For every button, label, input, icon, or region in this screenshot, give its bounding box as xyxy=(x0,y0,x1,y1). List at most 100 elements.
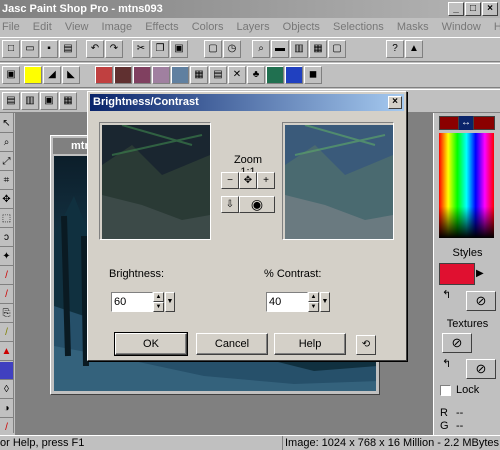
effect-1-icon[interactable] xyxy=(95,66,113,84)
contrast-down-icon[interactable]: ▼ xyxy=(308,302,319,312)
effect-6-icon[interactable]: ▦ xyxy=(190,66,208,84)
crop-tool-icon[interactable]: ⌗ xyxy=(0,172,13,190)
open-icon[interactable]: ▭ xyxy=(21,40,39,58)
menu-image[interactable]: Image xyxy=(100,18,135,37)
contrast-slider-icon[interactable]: ▼ xyxy=(320,292,330,312)
gradient-icon[interactable]: ◢ xyxy=(43,66,61,84)
tool-options-icon[interactable]: ▣ xyxy=(2,66,20,84)
menu-view[interactable]: View xyxy=(63,18,91,37)
color-spectrum[interactable] xyxy=(439,133,494,238)
zoom-tool-icon[interactable]: ⌕ xyxy=(0,134,13,152)
help-button[interactable]: Help xyxy=(274,333,346,355)
paintbrush-tool-icon[interactable]: / xyxy=(0,286,13,304)
layer-2-icon[interactable]: ▥ xyxy=(21,92,39,110)
menu-help[interactable]: Help xyxy=(492,18,500,37)
zoom-icon[interactable]: ⌕ xyxy=(252,40,270,58)
redo-icon[interactable]: ↷ xyxy=(105,40,123,58)
grid-icon[interactable]: ▦ xyxy=(309,40,327,58)
foreground-color-swatch[interactable] xyxy=(439,116,459,130)
layer-1-icon[interactable]: ▤ xyxy=(2,92,20,110)
menu-colors[interactable]: Colors xyxy=(190,18,226,37)
lock-checkbox[interactable] xyxy=(440,385,451,396)
null-style-icon[interactable]: ⊘ xyxy=(466,291,496,311)
effect-8-icon[interactable]: ✕ xyxy=(228,66,246,84)
minimize-button[interactable]: _ xyxy=(448,2,464,16)
brightness-slider-icon[interactable]: ▼ xyxy=(165,292,175,312)
style-swatch[interactable] xyxy=(439,263,475,285)
maximize-button[interactable]: □ xyxy=(465,2,481,16)
brightness-down-icon[interactable]: ▼ xyxy=(153,302,164,312)
effect-10-icon[interactable] xyxy=(266,66,284,84)
brightness-up-icon[interactable]: ▲ xyxy=(153,292,164,302)
layer-4-icon[interactable]: ▦ xyxy=(59,92,77,110)
effect-2-icon[interactable] xyxy=(114,66,132,84)
effect-3-icon[interactable] xyxy=(133,66,151,84)
dialog-close-icon[interactable]: × xyxy=(388,96,402,109)
eraser-tool-icon[interactable]: ◊ xyxy=(0,381,13,399)
cut-icon[interactable]: ✂ xyxy=(132,40,150,58)
undo-icon[interactable]: ↶ xyxy=(86,40,104,58)
close-button[interactable]: × xyxy=(482,2,498,16)
cancel-button[interactable]: Cancel xyxy=(196,333,268,355)
shade-icon[interactable]: ◣ xyxy=(62,66,80,84)
texture-fg-icon[interactable]: ⊘ xyxy=(442,333,472,353)
window-icon[interactable]: ▢ xyxy=(328,40,346,58)
proof-icon[interactable]: ⇩ xyxy=(221,196,239,213)
app-title-bar[interactable]: Jasc Paint Shop Pro - mtns093 _ □ × xyxy=(0,0,500,18)
freehand-tool-icon[interactable]: ↄ xyxy=(0,229,13,247)
paste-icon[interactable]: ▣ xyxy=(170,40,188,58)
style-flyout-icon[interactable]: ▶ xyxy=(476,265,486,283)
background-color-swatch[interactable] xyxy=(473,116,495,130)
zoom-out-icon[interactable]: − xyxy=(221,172,239,189)
effect-5-icon[interactable] xyxy=(171,66,189,84)
dialog-title-bar[interactable]: Brightness/Contrast × xyxy=(90,94,404,111)
color-replacer-icon[interactable]: / xyxy=(0,324,13,342)
screen-icon[interactable]: ▢ xyxy=(204,40,222,58)
effect-4-icon[interactable] xyxy=(152,66,170,84)
swap-styles-icon[interactable]: ↰ xyxy=(442,288,456,302)
new-icon[interactable]: □ xyxy=(2,40,20,58)
ok-button[interactable]: OK xyxy=(114,332,188,356)
menu-file[interactable]: File xyxy=(0,18,22,37)
result-preview[interactable] xyxy=(282,122,394,240)
lock-icon[interactable]: ▲ xyxy=(405,40,423,58)
fill-icon[interactable] xyxy=(24,66,42,84)
menu-masks[interactable]: Masks xyxy=(395,18,431,37)
mover-tool-icon[interactable]: ✥ xyxy=(0,191,13,209)
effect-11-icon[interactable] xyxy=(285,66,303,84)
menu-layers[interactable]: Layers xyxy=(235,18,272,37)
pan-icon[interactable]: ✥ xyxy=(239,172,257,189)
menu-selections[interactable]: Selections xyxy=(331,18,386,37)
menu-window[interactable]: Window xyxy=(440,18,483,37)
menu-effects[interactable]: Effects xyxy=(143,18,180,37)
magic-wand-icon[interactable]: ✦ xyxy=(0,248,13,266)
effect-12-icon[interactable]: ◼ xyxy=(304,66,322,84)
clone-tool-icon[interactable]: ⎘ xyxy=(0,305,13,323)
menu-objects[interactable]: Objects xyxy=(281,18,322,37)
contrast-input[interactable] xyxy=(266,292,308,312)
swap-colors-icon[interactable]: ↔ xyxy=(459,116,473,130)
selection-tool-icon[interactable]: ⬚ xyxy=(0,210,13,228)
save-icon[interactable]: ▪ xyxy=(40,40,58,58)
copy-icon[interactable]: ❐ xyxy=(151,40,169,58)
retouch-tool-icon[interactable]: ▲ xyxy=(0,343,13,361)
zoom-in-icon[interactable]: + xyxy=(257,172,275,189)
palette-icon[interactable]: ▥ xyxy=(290,40,308,58)
effect-9-icon[interactable]: ♣ xyxy=(247,66,265,84)
reset-icon[interactable]: ⟲ xyxy=(356,335,376,355)
clock-icon[interactable]: ◷ xyxy=(223,40,241,58)
deform-tool-icon[interactable]: ⤢ xyxy=(0,153,13,171)
auto-proof-eye-icon[interactable]: ◉ xyxy=(239,196,275,213)
arrow-tool-icon[interactable]: ↖ xyxy=(0,115,13,133)
texture-bg-icon[interactable]: ⊘ xyxy=(466,359,496,379)
original-preview[interactable] xyxy=(99,122,211,240)
context-help-icon[interactable]: ? xyxy=(386,40,404,58)
brightness-input[interactable] xyxy=(111,292,153,312)
dropper-tool-icon[interactable]: / xyxy=(0,267,13,285)
contrast-up-icon[interactable]: ▲ xyxy=(308,292,319,302)
effect-7-icon[interactable]: ▤ xyxy=(209,66,227,84)
swap-textures-icon[interactable]: ↰ xyxy=(442,357,456,371)
layer-3-icon[interactable]: ▣ xyxy=(40,92,58,110)
print-icon[interactable]: ▤ xyxy=(59,40,77,58)
menu-edit[interactable]: Edit xyxy=(31,18,54,37)
